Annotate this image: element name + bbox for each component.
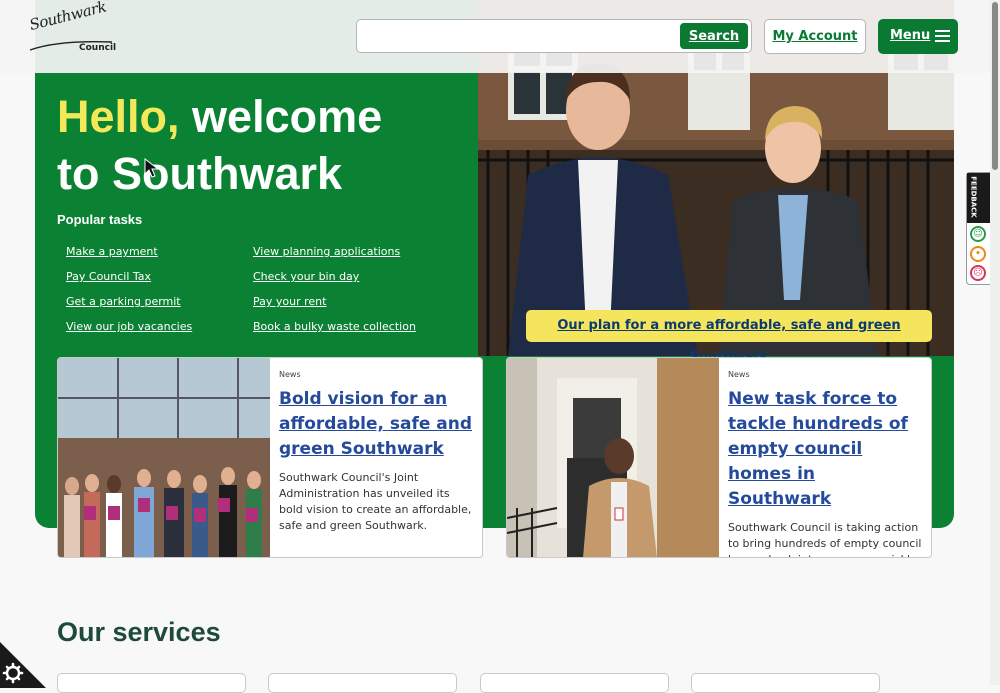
task-link-planning-applications[interactable]: View planning applications xyxy=(253,244,453,260)
hero-hello: Hello, xyxy=(57,91,180,142)
services-heading: Our services xyxy=(57,617,221,647)
news-card: News Bold vision for an affordable, safe… xyxy=(57,357,483,558)
search-button[interactable]: Search xyxy=(680,23,748,49)
feedback-tab[interactable]: FEEDBACK ☺ • ☹ xyxy=(966,172,990,285)
task-link-parking-permit[interactable]: Get a parking permit xyxy=(66,294,253,310)
popular-tasks-list: Make a payment View planning application… xyxy=(66,244,456,335)
our-plan-link[interactable]: Our plan for a more affordable, safe and… xyxy=(526,310,932,365)
mouse-cursor-icon xyxy=(144,158,160,178)
my-account-button[interactable]: My Account xyxy=(764,19,866,54)
task-link-make-payment[interactable]: Make a payment xyxy=(66,244,253,260)
popular-tasks-heading: Popular tasks xyxy=(57,212,143,227)
logo-script-text: Southwark xyxy=(27,0,108,34)
hero-welcome: welcome xyxy=(179,91,383,142)
service-card[interactable] xyxy=(268,673,457,693)
search-input[interactable] xyxy=(361,23,677,49)
neutral-face-icon[interactable]: • xyxy=(970,246,986,262)
news-card: News New task force to tackle hundreds o… xyxy=(506,357,932,558)
task-link-council-tax[interactable]: Pay Council Tax xyxy=(66,269,253,285)
news-card-body: News Bold vision for an affordable, safe… xyxy=(279,370,475,534)
news-tag: News xyxy=(728,370,750,379)
service-card[interactable] xyxy=(57,673,246,693)
hero-title: Hello, welcome to Southwark xyxy=(57,88,457,202)
page-scrollbar[interactable] xyxy=(990,0,1000,685)
hero-welcome-line2: to Southwark xyxy=(57,148,343,199)
logo-council-text: Council xyxy=(79,43,117,53)
news-card-image xyxy=(58,358,270,557)
menu-label: Menu xyxy=(890,28,931,43)
feedback-label: FEEDBACK xyxy=(967,173,990,223)
news-card-title-link[interactable]: New task force to tackle hundreds of emp… xyxy=(728,387,924,512)
task-link-bulky-waste[interactable]: Book a bulky waste collection xyxy=(253,319,453,335)
news-card-body: News New task force to tackle hundreds o… xyxy=(728,370,924,557)
news-card-summary: Southwark Council is taking action to br… xyxy=(728,521,922,557)
sad-face-icon[interactable]: ☹ xyxy=(970,265,986,281)
southwark-logo[interactable]: Southwark Council xyxy=(28,0,118,58)
scrollbar-thumb[interactable] xyxy=(992,2,998,170)
news-card-image xyxy=(507,358,719,557)
service-card[interactable] xyxy=(691,673,880,693)
gear-icon xyxy=(0,642,46,688)
news-card-summary: Southwark Council's Joint Administration… xyxy=(279,471,472,532)
task-link-job-vacancies[interactable]: View our job vacancies xyxy=(66,319,253,335)
hamburger-icon xyxy=(935,30,950,43)
site-header: Southwark Council Search My Account Menu xyxy=(0,0,990,73)
cookie-settings-button[interactable] xyxy=(0,640,46,688)
news-card-title-link[interactable]: Bold vision for an affordable, safe and … xyxy=(279,387,475,462)
happy-face-icon[interactable]: ☺ xyxy=(970,226,986,242)
task-link-bin-day[interactable]: Check your bin day xyxy=(253,269,453,285)
task-link-pay-rent[interactable]: Pay your rent xyxy=(253,294,453,310)
search-box: Search xyxy=(356,19,752,53)
service-card[interactable] xyxy=(480,673,669,693)
menu-button[interactable]: Menu xyxy=(878,19,958,54)
news-tag: News xyxy=(279,370,301,379)
